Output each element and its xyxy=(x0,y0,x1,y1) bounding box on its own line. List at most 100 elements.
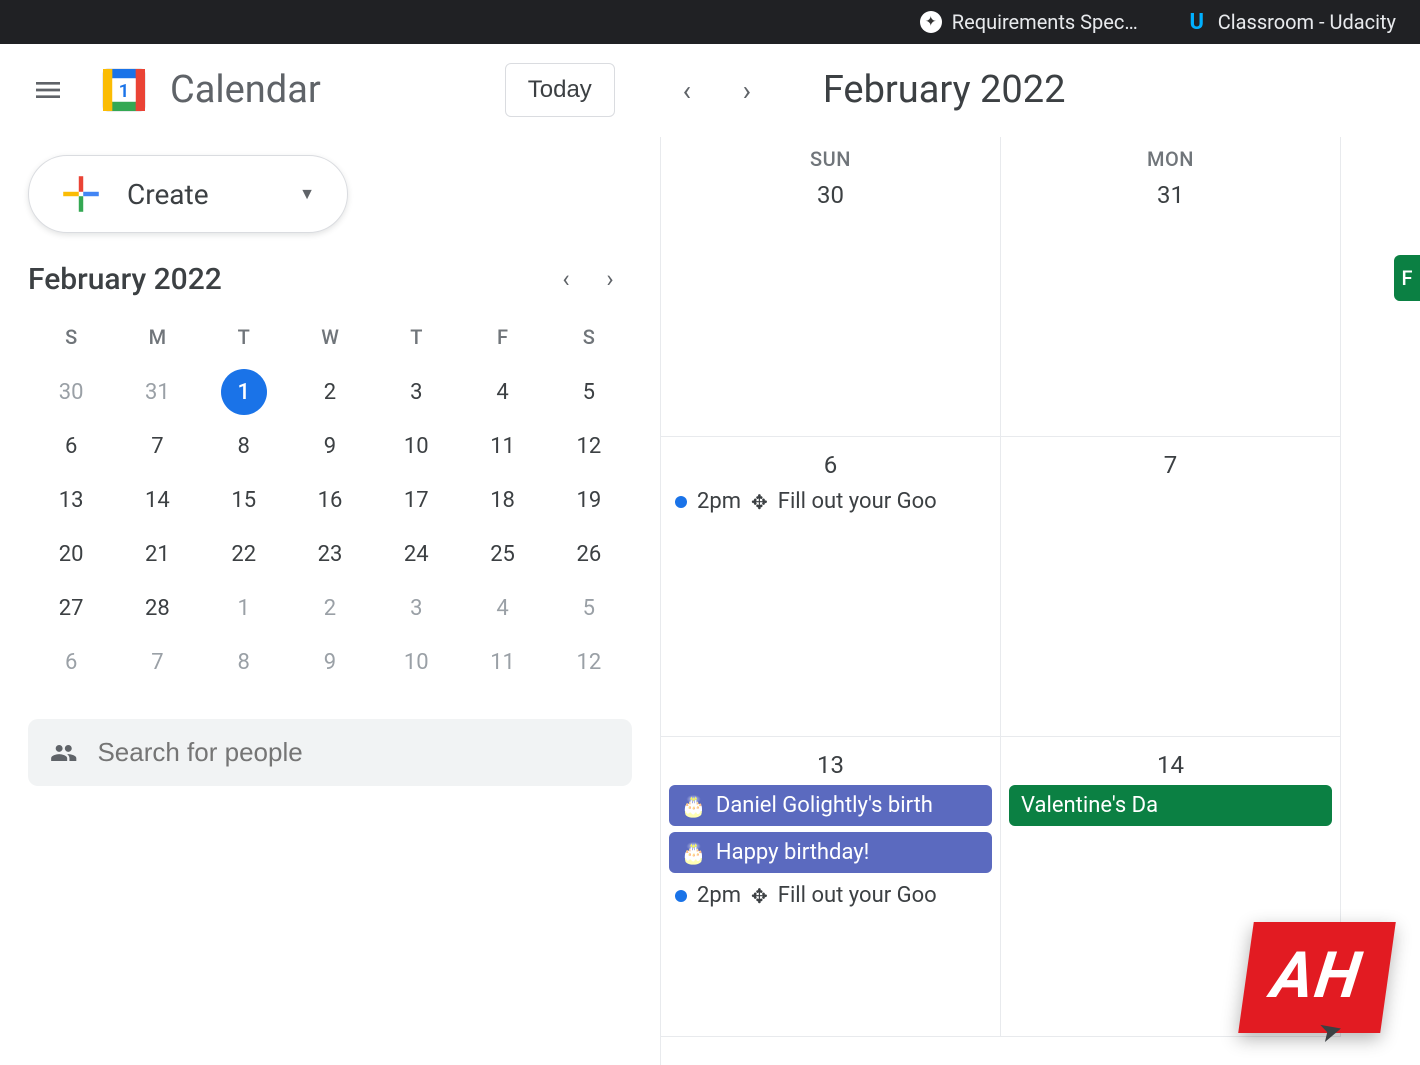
cake-icon: 🎂 xyxy=(681,841,706,865)
mini-cal-day[interactable]: 12 xyxy=(566,423,612,469)
caret-down-icon: ▼ xyxy=(299,184,315,204)
event-title: Valentine's Da xyxy=(1021,793,1158,818)
grid-dow-label: MON xyxy=(1009,147,1332,171)
event-title: Fill out your Goo xyxy=(778,883,937,908)
mini-cal-day[interactable]: 10 xyxy=(393,639,439,685)
chevron-right-icon: › xyxy=(606,265,613,293)
mini-cal-day[interactable]: 19 xyxy=(566,477,612,523)
mini-cal-day[interactable]: 3 xyxy=(393,585,439,631)
event-allday[interactable]: 🎂 Daniel Golightly's birth xyxy=(669,785,992,826)
calendar-cell[interactable]: SUN30 xyxy=(661,137,1001,437)
event-dot-icon xyxy=(675,890,687,902)
mini-cal-day[interactable]: 25 xyxy=(480,531,526,577)
chevron-left-icon: ‹ xyxy=(562,265,569,293)
mini-cal-day[interactable]: 9 xyxy=(307,639,353,685)
browser-tab[interactable]: U Classroom - Udacity xyxy=(1186,10,1396,34)
event-time: 2pm xyxy=(697,489,741,514)
mini-cal-dow: W xyxy=(287,319,373,361)
mini-cal-day[interactable]: 27 xyxy=(48,585,94,631)
cake-icon: 🎂 xyxy=(681,794,706,818)
browser-tab-strip: ✦ Requirements Spec… U Classroom - Udaci… xyxy=(0,0,1420,44)
pointer-icon: ✥ xyxy=(751,490,768,514)
event-timed[interactable]: 2pm ✥ Fill out your Goo xyxy=(669,879,992,912)
mini-cal-dow: T xyxy=(373,319,459,361)
mini-cal-day[interactable]: 6 xyxy=(48,639,94,685)
calendar-cell[interactable]: MON31 xyxy=(1001,137,1341,437)
tab-favicon-icon: ✦ xyxy=(920,11,942,33)
mini-cal-day[interactable]: 15 xyxy=(221,477,267,523)
chevron-right-icon: › xyxy=(743,74,751,107)
svg-text:1: 1 xyxy=(119,80,130,102)
prev-period-button[interactable]: ‹ xyxy=(663,66,711,114)
mini-cal-day[interactable]: 2 xyxy=(307,585,353,631)
grid-day-number: 7 xyxy=(1009,451,1332,479)
mini-cal-day[interactable]: 30 xyxy=(48,369,94,415)
mini-cal-day[interactable]: 11 xyxy=(480,639,526,685)
mini-cal-day[interactable]: 12 xyxy=(566,639,612,685)
event-time: 2pm xyxy=(697,883,741,908)
mini-cal-day[interactable]: 5 xyxy=(566,585,612,631)
calendar-cell[interactable]: 7 xyxy=(1001,437,1341,737)
mini-cal-day[interactable]: 28 xyxy=(134,585,180,631)
event-allday[interactable]: Valentine's Da xyxy=(1009,785,1332,826)
event-timed[interactable]: 2pm✥Fill out your Goo xyxy=(669,485,992,518)
mini-cal-day[interactable]: 1 xyxy=(221,369,267,415)
grid-day-number: 14 xyxy=(1009,751,1332,779)
mini-cal-day[interactable]: 31 xyxy=(134,369,180,415)
mini-cal-day[interactable]: 10 xyxy=(393,423,439,469)
browser-tab[interactable]: ✦ Requirements Spec… xyxy=(920,10,1138,34)
mini-cal-day[interactable]: 14 xyxy=(134,477,180,523)
search-people[interactable] xyxy=(28,719,632,786)
mini-cal-next-button[interactable]: › xyxy=(588,257,632,301)
mini-cal-dow: T xyxy=(201,319,287,361)
mini-cal-day[interactable]: 8 xyxy=(221,639,267,685)
mini-cal-day[interactable]: 20 xyxy=(48,531,94,577)
plus-icon xyxy=(61,174,101,214)
mini-cal-day[interactable]: 6 xyxy=(48,423,94,469)
mini-cal-day[interactable]: 24 xyxy=(393,531,439,577)
people-icon xyxy=(50,738,77,768)
today-button[interactable]: Today xyxy=(505,63,615,117)
browser-tab-label: Classroom - Udacity xyxy=(1218,10,1396,34)
mini-cal-day[interactable]: 23 xyxy=(307,531,353,577)
create-button-label: Create xyxy=(127,178,273,211)
mini-cal-dow: S xyxy=(28,319,114,361)
create-button[interactable]: Create ▼ xyxy=(28,155,348,233)
google-calendar-icon: 1 xyxy=(96,62,152,118)
mini-cal-day[interactable]: 8 xyxy=(221,423,267,469)
mini-cal-day[interactable]: 1 xyxy=(221,585,267,631)
mini-cal-day[interactable]: 9 xyxy=(307,423,353,469)
mini-cal-day[interactable]: 7 xyxy=(134,639,180,685)
app-logo[interactable]: 1 Calendar xyxy=(96,62,321,118)
event-allday[interactable]: 🎂 Happy birthday! xyxy=(669,832,992,873)
event-title: Happy birthday! xyxy=(716,840,869,865)
calendar-cell[interactable]: 13🎂Daniel Golightly's birth🎂Happy birthd… xyxy=(661,737,1001,1037)
mini-cal-day[interactable]: 26 xyxy=(566,531,612,577)
mini-cal-day[interactable]: 4 xyxy=(480,585,526,631)
mini-cal-day[interactable]: 18 xyxy=(480,477,526,523)
mini-cal-day[interactable]: 4 xyxy=(480,369,526,415)
sidebar: Create ▼ February 2022 ‹ › SMTWTFS303112… xyxy=(0,137,660,1065)
main-menu-button[interactable] xyxy=(24,66,72,114)
mini-cal-day[interactable]: 3 xyxy=(393,369,439,415)
tab-favicon-icon: U xyxy=(1186,11,1208,33)
mini-cal-day[interactable]: 21 xyxy=(134,531,180,577)
pointer-icon: ✥ xyxy=(751,884,768,908)
mini-cal-day[interactable]: 5 xyxy=(566,369,612,415)
mini-cal-day[interactable]: 2 xyxy=(307,369,353,415)
calendar-cell[interactable]: 62pm✥Fill out your Goo xyxy=(661,437,1001,737)
mini-cal-day[interactable]: 7 xyxy=(134,423,180,469)
search-people-input[interactable] xyxy=(97,737,610,768)
mini-cal-day[interactable]: 22 xyxy=(221,531,267,577)
mini-cal-day[interactable]: 13 xyxy=(48,477,94,523)
mini-cal-day[interactable]: 11 xyxy=(480,423,526,469)
app-title: Calendar xyxy=(170,68,321,112)
event-dot-icon xyxy=(675,496,687,508)
mini-cal-prev-button[interactable]: ‹ xyxy=(544,257,588,301)
mini-cal-day[interactable]: 17 xyxy=(393,477,439,523)
next-period-button[interactable]: › xyxy=(723,66,771,114)
mini-cal-day[interactable]: 16 xyxy=(307,477,353,523)
event-title: Daniel Golightly's birth xyxy=(716,793,933,818)
event-chip-partial[interactable]: F xyxy=(1394,255,1420,301)
mini-calendar: February 2022 ‹ › SMTWTFS303112345678910… xyxy=(28,257,632,685)
